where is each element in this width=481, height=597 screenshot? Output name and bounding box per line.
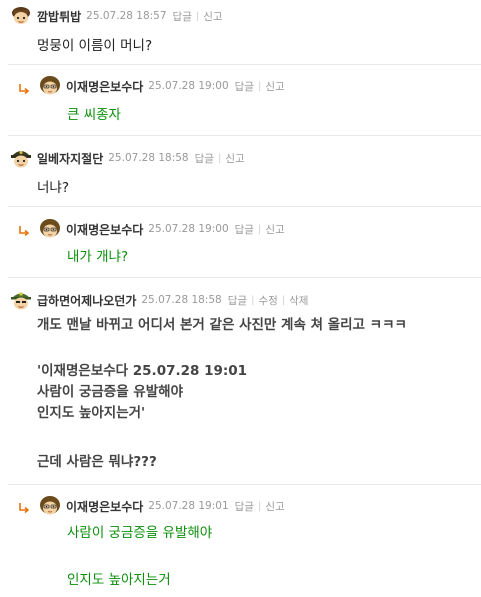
character-avatar-icon	[40, 496, 60, 515]
comment-date: 25.07.28 19:01	[148, 500, 229, 512]
comment-header: 일베자지절단 25.07.28 18:58 답글 | 신고	[10, 147, 245, 169]
comment-line: 인지도 높아지는거	[67, 572, 171, 588]
separator: |	[251, 294, 255, 306]
nickname[interactable]: 이재명은보수다	[66, 498, 143, 515]
comment-header: 깜밥튀밥 25.07.28 18:57 답글 | 신고	[10, 5, 223, 27]
comment-line: 개도 맨날 바뀌고 어디서 본거 같은 사진만 계속 쳐 올리고 ㅋㅋㅋ	[37, 317, 407, 333]
nickname[interactable]: 급하면어제나오던가	[37, 292, 136, 309]
reply-arrow-icon	[19, 503, 30, 514]
character-avatar-icon	[11, 292, 31, 310]
comment-text: 큰 씨종자	[67, 107, 121, 123]
nickname[interactable]: 깜밥튀밥	[37, 8, 81, 25]
comment-line: '이재명은보수다 25.07.28 19:01	[37, 363, 248, 379]
nickname[interactable]: 이재명은보수다	[66, 78, 143, 95]
comment-line: 인지도 높아지는거'	[37, 405, 146, 421]
reply-button[interactable]: 답글	[173, 9, 192, 24]
reply-comment-2: 이재명은보수다 25.07.28 19:00 답글 | 신고 내가 개냐?	[0, 207, 481, 271]
comment-3: 급하면어제나오던가 25.07.28 18:58 답글 | 수정 | 삭제 개도…	[0, 278, 481, 484]
report-button[interactable]: 신고	[265, 79, 284, 94]
report-button[interactable]: 신고	[265, 222, 284, 237]
reply-button[interactable]: 답글	[228, 293, 247, 308]
delete-button[interactable]: 삭제	[289, 293, 308, 308]
comment-header: 이재명은보수다 25.07.28 19:01 답글 | 신고	[39, 495, 285, 517]
comment-date: 25.07.28 18:57	[86, 10, 167, 22]
comment-header: 이재명은보수다 25.07.28 19:00 답글 | 신고	[39, 75, 285, 97]
reply-button[interactable]: 답글	[195, 151, 214, 166]
comment-text: 너냐?	[37, 180, 70, 196]
character-avatar-icon	[11, 151, 31, 168]
nickname[interactable]: 이재명은보수다	[66, 221, 143, 238]
report-button[interactable]: 신고	[265, 499, 284, 514]
nickname[interactable]: 일베자지절단	[37, 150, 103, 167]
comment-line: 근데 사람은 뭐냐???	[37, 454, 157, 470]
comment-line: 사람이 궁금증을 유발해야	[37, 384, 184, 400]
report-button[interactable]: 신고	[203, 9, 222, 24]
separator: |	[257, 223, 262, 235]
edit-button[interactable]: 수정	[258, 293, 277, 308]
reply-button[interactable]: 답글	[235, 79, 254, 94]
comment-date: 25.07.28 18:58	[141, 294, 222, 306]
character-avatar-icon	[12, 7, 30, 24]
comment-header: 급하면어제나오던가 25.07.28 18:58 답글 | 수정 | 삭제	[10, 289, 308, 311]
report-button[interactable]: 신고	[225, 151, 244, 166]
reply-arrow-icon	[19, 84, 30, 95]
reply-arrow-icon	[19, 226, 30, 237]
separator: |	[217, 152, 222, 164]
separator: |	[195, 10, 200, 22]
comment-date: 25.07.28 18:58	[108, 152, 189, 164]
comment-text: 내가 개냐?	[67, 249, 129, 265]
separator: |	[257, 80, 262, 92]
character-avatar-icon	[40, 219, 60, 238]
comment-2: 일베자지절단 25.07.28 18:58 답글 | 신고 너냐?	[0, 136, 481, 206]
reply-button[interactable]: 답글	[235, 499, 254, 514]
comment-line: 사람이 궁금증을 유발해야	[67, 525, 213, 541]
separator: |	[281, 294, 286, 306]
character-avatar-icon	[40, 76, 60, 95]
comment-date: 25.07.28 19:00	[148, 80, 229, 92]
comment-1: 깜밥튀밥 25.07.28 18:57 답글 | 신고 멍뭉이 이름이 머니?	[0, 0, 481, 64]
comment-header: 이재명은보수다 25.07.28 19:00 답글 | 신고	[39, 218, 285, 240]
reply-comment-3: 이재명은보수다 25.07.28 19:01 답글 | 신고 사람이 궁금증을 …	[0, 485, 481, 597]
reply-button[interactable]: 답글	[235, 222, 254, 237]
comment-date: 25.07.28 19:00	[148, 223, 229, 235]
separator: |	[257, 500, 262, 512]
comment-text: 멍뭉이 이름이 머니?	[37, 38, 153, 54]
reply-comment-1: 이재명은보수다 25.07.28 19:00 답글 | 신고 큰 씨종자	[0, 65, 481, 129]
